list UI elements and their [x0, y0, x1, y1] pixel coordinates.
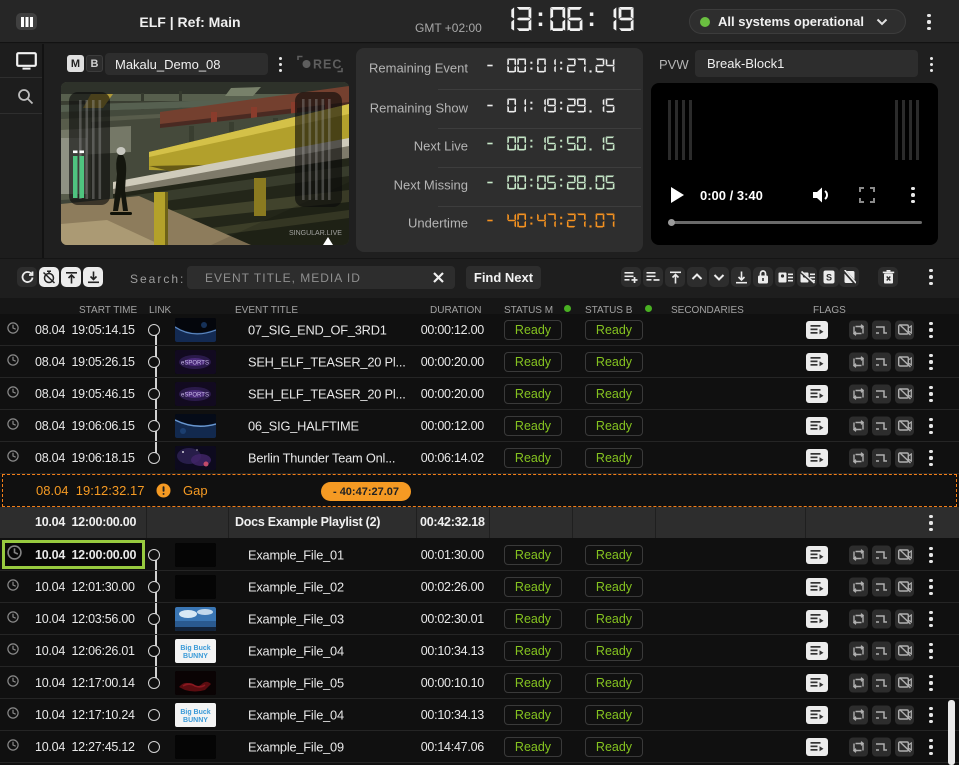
svg-text:BUNNY: BUNNY [183, 653, 208, 660]
svg-text:eSPORTS: eSPORTS [181, 360, 209, 366]
svg-text:Big Buck: Big Buck [180, 709, 210, 716]
svg-text:BUNNY: BUNNY [183, 717, 208, 724]
svg-text:eSPORTS: eSPORTS [181, 392, 209, 398]
svg-text:REC: REC [313, 58, 342, 72]
svg-text:SINGULAR.LIVE: SINGULAR.LIVE [289, 230, 342, 237]
svg-text:Big Buck: Big Buck [180, 645, 210, 652]
svg-text:S: S [826, 273, 832, 283]
